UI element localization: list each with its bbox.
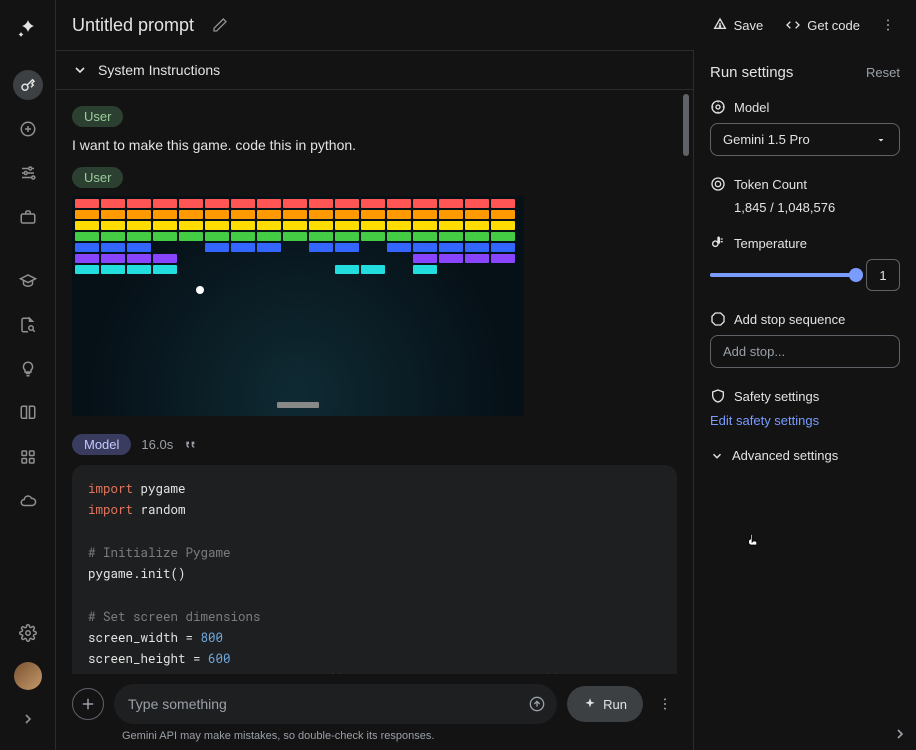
safety-row: Safety settings Edit safety settings <box>710 388 900 428</box>
code-icon <box>785 17 801 33</box>
get-code-button[interactable]: Get code <box>779 13 866 37</box>
token-label: Token Count <box>734 177 807 192</box>
top-bar: Untitled prompt Save Get code <box>56 0 916 50</box>
user-avatar[interactable] <box>14 662 42 690</box>
edit-title-icon[interactable] <box>210 15 230 35</box>
token-row: Token Count 1,845 / 1,048,576 <box>710 176 900 215</box>
page-title: Untitled prompt <box>72 15 194 36</box>
sidebar-expand-icon[interactable] <box>13 704 43 734</box>
model-row: Model Gemini 1.5 Pro <box>710 99 900 156</box>
code-block: import pygame import random # Initialize… <box>72 465 677 674</box>
run-label: Run <box>603 697 627 712</box>
model-icon <box>710 99 726 115</box>
messages-scroll[interactable]: User I want to make this game. code this… <box>56 90 693 674</box>
cursor-pointer-icon <box>746 532 762 550</box>
user-message-text: I want to make this game. code this in p… <box>72 137 677 153</box>
nav-book-icon[interactable] <box>13 398 43 428</box>
token-value: 1,845 / 1,048,576 <box>734 200 900 215</box>
run-button[interactable]: Run <box>567 686 643 722</box>
model-role-pill: Model <box>72 434 131 455</box>
main-area: Untitled prompt Save Get code System Ins… <box>56 0 916 750</box>
nav-cloud-icon[interactable] <box>13 486 43 516</box>
user-role-pill-2: User <box>72 167 123 188</box>
nav-lightbulb-icon[interactable] <box>13 354 43 384</box>
chat-area: System Instructions User I want to make … <box>56 50 694 750</box>
game-ball <box>196 286 204 294</box>
nav-briefcase-icon[interactable] <box>13 202 43 232</box>
game-paddle <box>277 402 319 408</box>
prompt-placeholder: Type something <box>128 696 227 712</box>
temperature-label: Temperature <box>734 236 807 251</box>
input-more-icon[interactable] <box>653 692 677 716</box>
model-select[interactable]: Gemini 1.5 Pro <box>710 123 900 156</box>
settings-title: Run settings <box>710 64 793 81</box>
left-sidebar <box>0 0 56 750</box>
chevron-down-icon <box>710 449 724 463</box>
scrollbar-thumb[interactable] <box>683 94 689 156</box>
content-row: System Instructions User I want to make … <box>56 50 916 750</box>
citation-icon[interactable] <box>183 437 199 453</box>
system-instructions-bar[interactable]: System Instructions <box>56 50 693 90</box>
nav-group-top <box>13 70 43 232</box>
stop-icon <box>710 311 726 327</box>
stop-sequence-input[interactable]: Add stop... <box>710 335 900 368</box>
get-code-label: Get code <box>807 18 860 33</box>
model-value: Gemini 1.5 Pro <box>723 132 810 147</box>
nav-tune-icon[interactable] <box>13 158 43 188</box>
sparkle-icon <box>583 697 597 711</box>
safety-label: Safety settings <box>734 389 819 404</box>
system-instructions-label: System Instructions <box>98 62 220 78</box>
nav-add-icon[interactable] <box>13 114 43 144</box>
save-button[interactable]: Save <box>706 13 770 37</box>
settings-icon[interactable] <box>13 618 43 648</box>
advanced-settings-toggle[interactable]: Advanced settings <box>710 448 900 463</box>
nav-doc-search-icon[interactable] <box>13 310 43 340</box>
stop-sequence-row: Add stop sequence Add stop... <box>710 311 900 368</box>
shield-icon <box>710 388 726 404</box>
token-icon <box>710 176 726 192</box>
stop-placeholder: Add stop... <box>723 344 785 359</box>
response-time: 16.0s <box>141 437 173 452</box>
cloud-save-icon <box>712 17 728 33</box>
user-role-pill: User <box>72 106 123 127</box>
stop-label: Add stop sequence <box>734 312 845 327</box>
nav-bottom <box>13 618 43 734</box>
nav-group-mid <box>13 266 43 516</box>
model-label: Model <box>734 100 769 115</box>
nav-apps-icon[interactable] <box>13 442 43 472</box>
dropdown-arrow-icon <box>875 134 887 146</box>
reset-button[interactable]: Reset <box>866 65 900 80</box>
temperature-slider[interactable] <box>710 273 856 277</box>
input-bar: Type something Run <box>56 674 693 728</box>
topbar-more-icon[interactable] <box>876 13 900 37</box>
attached-image-breakout: for(let i=0;i<17;i++)document.write('<di… <box>72 196 524 416</box>
model-response-header: Model 16.0s <box>72 434 677 455</box>
run-settings-panel: Run settings Reset Model Gemini 1.5 Pro … <box>694 50 916 750</box>
disclaimer-text: Gemini API may make mistakes, so double-… <box>56 728 693 750</box>
nav-key-icon[interactable] <box>13 70 43 100</box>
collapse-settings-icon[interactable] <box>892 726 908 742</box>
app-logo <box>16 18 40 42</box>
prompt-input[interactable]: Type something <box>114 684 557 724</box>
nav-education-icon[interactable] <box>13 266 43 296</box>
temperature-value[interactable]: 1 <box>866 259 900 291</box>
thermometer-icon <box>710 235 726 251</box>
advanced-label: Advanced settings <box>732 448 838 463</box>
add-attachment-button[interactable] <box>72 688 104 720</box>
save-label: Save <box>734 18 764 33</box>
settings-header: Run settings Reset <box>710 64 900 81</box>
submit-arrow-icon[interactable] <box>529 696 545 712</box>
chevron-down-icon <box>72 62 88 78</box>
slider-thumb[interactable] <box>849 268 863 282</box>
edit-safety-link[interactable]: Edit safety settings <box>710 413 819 428</box>
temperature-row: Temperature 1 <box>710 235 900 291</box>
